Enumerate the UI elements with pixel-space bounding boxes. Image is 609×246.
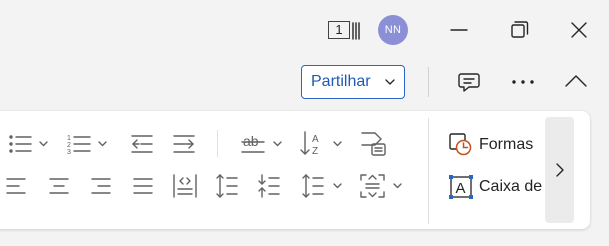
avatar[interactable]: NN <box>378 15 408 45</box>
text-frame-icon[interactable] <box>360 174 404 198</box>
textbox-icon: A <box>449 175 473 199</box>
line-spacing-icon[interactable] <box>216 174 238 198</box>
svg-text:A: A <box>456 180 466 197</box>
minimize-icon[interactable] <box>450 29 468 31</box>
ribbon-divider <box>428 118 429 224</box>
spacing-icon[interactable] <box>302 174 344 198</box>
ribbon-scroll-right-button[interactable] <box>545 117 574 223</box>
pages-indicator[interactable]: 1 <box>328 20 360 42</box>
ribbon-panel <box>0 111 590 229</box>
decrease-indent-icon[interactable] <box>131 134 153 154</box>
numbering-icon[interactable]: 1 2 3 <box>67 133 109 156</box>
ribbon-divider <box>217 130 218 157</box>
sort-az-icon[interactable]: A Z <box>300 131 345 157</box>
svg-text:A: A <box>312 134 319 145</box>
increase-indent-icon[interactable] <box>173 134 195 154</box>
textbox-label: Caixa de <box>479 178 543 195</box>
shapes-button[interactable]: Formas <box>447 132 543 158</box>
comment-icon[interactable] <box>458 72 480 94</box>
toolbar-divider <box>428 67 429 97</box>
align-right-icon[interactable] <box>91 178 111 194</box>
styles-pane-icon[interactable] <box>361 131 387 157</box>
svg-text:1: 1 <box>67 135 71 142</box>
justify-icon[interactable] <box>133 178 153 194</box>
paragraph-spacing-icon[interactable] <box>258 174 280 198</box>
share-button[interactable]: Partilhar <box>301 65 405 99</box>
strikethrough-ab-icon[interactable]: ab <box>241 133 284 155</box>
close-icon[interactable] <box>571 22 587 38</box>
more-icon[interactable] <box>512 80 534 84</box>
svg-text:ab: ab <box>243 133 259 149</box>
columns-icon[interactable] <box>173 174 197 198</box>
align-center-icon[interactable] <box>49 178 69 194</box>
svg-text:2: 2 <box>67 142 71 149</box>
pages-indicator-icon <box>352 22 360 40</box>
bullets-icon[interactable] <box>8 134 50 154</box>
pages-indicator-value: 1 <box>328 21 350 39</box>
textbox-button[interactable]: A Caixa de <box>447 174 545 200</box>
align-left-icon[interactable] <box>6 178 26 194</box>
svg-text:3: 3 <box>67 149 71 156</box>
chevron-right-icon <box>556 163 564 177</box>
shapes-icon <box>449 133 472 156</box>
svg-text:Z: Z <box>312 146 318 157</box>
chevron-up-icon[interactable] <box>565 75 587 87</box>
share-button-label: Partilhar <box>311 73 371 90</box>
restore-icon[interactable] <box>511 21 529 39</box>
chevron-down-icon <box>385 79 395 85</box>
shapes-label: Formas <box>479 136 534 153</box>
